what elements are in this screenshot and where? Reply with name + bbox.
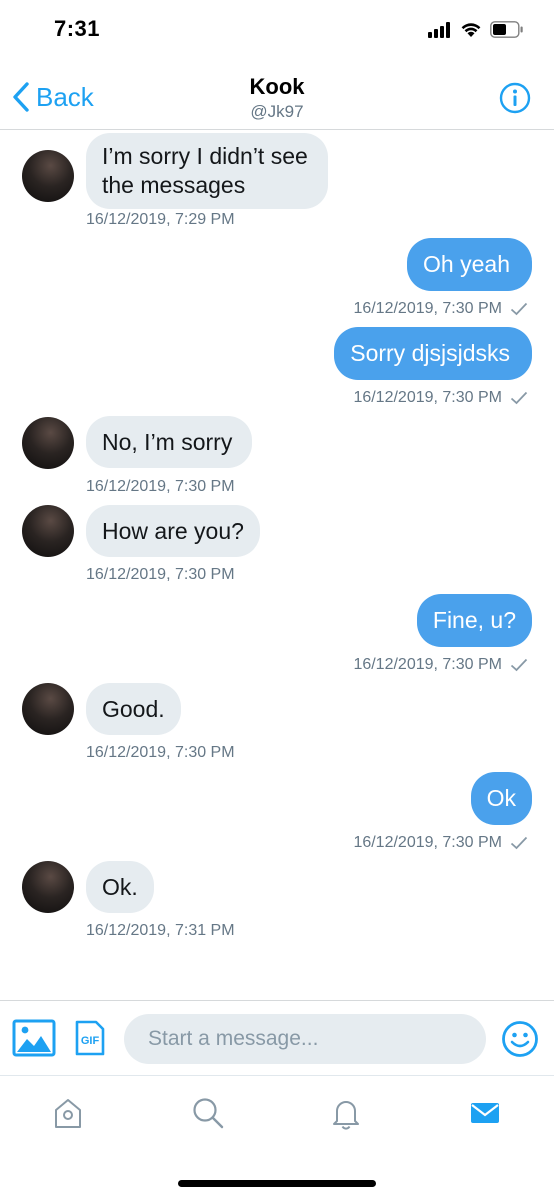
message-bubble[interactable]: How are you? [86,505,260,557]
message-bubble[interactable]: No, I’m sorry [86,416,253,468]
message-timestamp-row: 16/12/2019, 7:30 PM [353,389,528,407]
message-bubble[interactable]: Sorry djsjsjdsks [334,327,532,380]
message-bubble[interactable]: Good. [86,683,181,735]
message-text: Oh yeah [423,251,510,277]
message-thread[interactable]: I’m sorry I didn’t see the messages 16/1… [0,130,554,1000]
message-text: No, I’m sorry [102,429,233,455]
avatar[interactable] [22,150,74,202]
message-timestamp: 16/12/2019, 7:30 PM [353,834,502,851]
avatar[interactable] [22,683,74,735]
read-check-icon [510,391,528,405]
message-timestamp: 16/12/2019, 7:30 PM [353,389,502,406]
home-indicator [178,1180,376,1187]
message-timestamp: 16/12/2019, 7:30 PM [353,656,502,673]
message-text: Ok. [102,874,138,900]
tab-messages[interactable] [465,1093,505,1133]
message-timestamp-row: 16/12/2019, 7:30 PM [353,656,528,674]
message-text: Ok [486,785,516,811]
battery-icon [490,21,523,38]
notifications-icon [333,1101,359,1130]
wifi-icon [461,23,481,37]
tab-bar [0,1077,554,1200]
conversation-header: Back Kook @Jk97 [0,60,554,130]
message-text: Sorry djsjsjdsks [350,340,510,366]
message-bubble[interactable]: I’m sorry I didn’t see the messages [86,133,328,209]
home-icon [55,1099,81,1128]
conversation-handle: @Jk97 [250,102,304,121]
search-icon [193,1098,224,1129]
info-icon[interactable] [499,82,531,114]
message-timestamp: 16/12/2019, 7:30 PM [86,744,235,761]
emoji-icon[interactable] [501,1020,539,1058]
cellular-signal-icon [428,22,454,38]
read-check-icon [510,658,528,672]
message-timestamp: 16/12/2019, 7:29 PM [86,211,235,228]
tab-home[interactable] [48,1093,88,1133]
message-timestamp-row: 16/12/2019, 7:30 PM [353,300,528,318]
message-text: How are you? [102,518,244,544]
gif-icon[interactable]: GIF [75,1020,105,1056]
read-check-icon [510,302,528,316]
status-time: 7:31 [54,16,101,41]
message-timestamp: 16/12/2019, 7:30 PM [86,566,235,583]
gif-label: GIF [81,1035,100,1047]
message-timestamp: 16/12/2019, 7:31 PM [86,922,235,939]
tab-notifications[interactable] [326,1093,366,1133]
avatar[interactable] [22,861,74,913]
message-timestamp: 16/12/2019, 7:30 PM [86,478,235,495]
messages-icon [471,1103,499,1123]
message-text-line: I’m sorry I didn’t see [102,143,308,169]
message-input[interactable] [124,1014,486,1064]
status-bar: 7:31 [0,0,554,60]
message-text: Fine, u? [432,607,516,633]
message-composer: GIF [0,1000,554,1076]
read-check-icon [510,836,528,850]
message-bubble[interactable]: Fine, u? [416,594,532,647]
message-timestamp-row: 16/12/2019, 7:30 PM [353,834,528,852]
message-timestamp: 16/12/2019, 7:30 PM [353,300,502,317]
message-text: Good. [102,696,165,722]
conversation-title: Kook [249,74,305,99]
avatar[interactable] [22,417,74,469]
message-text-line: the messages [102,172,246,198]
avatar[interactable] [22,505,74,557]
image-icon[interactable] [12,1019,56,1057]
message-bubble[interactable]: Oh yeah [407,238,532,291]
message-bubble[interactable]: Ok [470,772,532,825]
message-bubble[interactable]: Ok. [86,861,154,913]
tab-search[interactable] [188,1093,228,1133]
